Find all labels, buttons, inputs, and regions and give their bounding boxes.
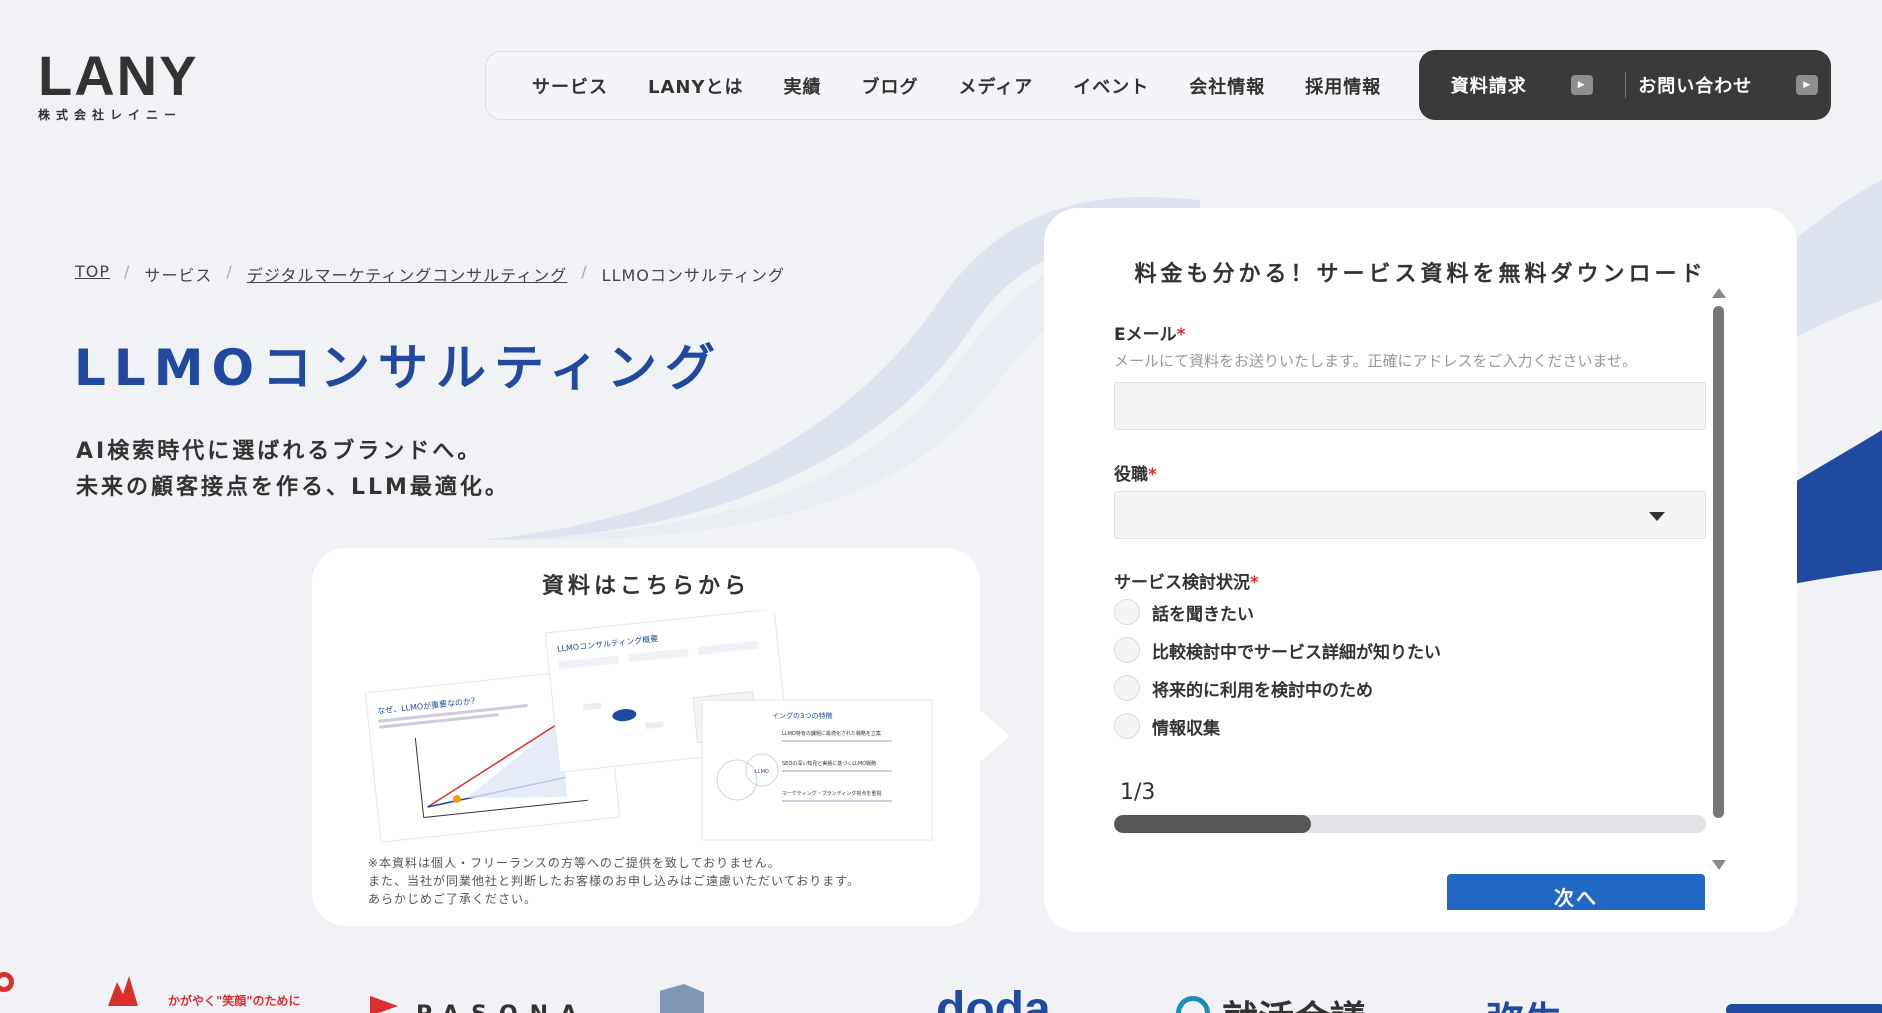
status-option-label: 話を聞きたい — [1152, 604, 1254, 625]
email-label-text: Eメール — [1114, 325, 1177, 345]
document-preview-image: なぜ、LLMOが重要なのか？ LLMOコンサルティング概要 イングの3つの特徴 — [364, 610, 933, 843]
nav-item-blog[interactable]: ブログ — [862, 73, 919, 99]
client-logo: doda — [936, 983, 1051, 1013]
contact-label: お問い合わせ — [1638, 76, 1753, 97]
radio-button[interactable] — [1114, 713, 1140, 739]
client-logos-strip: かがやく"笑顔"のために PASONA doda 就活会議 弥生 — [0, 968, 1882, 1013]
nav-item-about[interactable]: LANYとは — [648, 73, 744, 99]
required-mark: * — [1176, 325, 1186, 345]
form-progress-fill — [1114, 815, 1312, 833]
client-logo: 就活会議 — [1222, 990, 1366, 1013]
play-arrow-icon: ▶ — [1796, 75, 1819, 95]
email-help-text: メールにて資料をお送りいたします。正確にアドレスをご入力くださいませ。 — [1114, 352, 1638, 370]
breadcrumb-current: LLMOコンサルティング — [601, 266, 785, 285]
nav-item-recruit[interactable]: 採用情報 — [1305, 73, 1381, 99]
status-option[interactable]: 将来的に利用を検討中のため — [1114, 675, 1373, 701]
form-heading: 料金も分かる！サービス資料を無料ダウンロード — [1134, 262, 1707, 287]
role-select[interactable] — [1114, 491, 1706, 539]
slide3-item: SEOの深い知見と実績に基づくLLMO戦略 — [782, 760, 876, 767]
caret-down-icon — [1649, 512, 1665, 521]
role-label-text: 役職 — [1114, 465, 1148, 485]
client-logo-mark — [1176, 996, 1210, 1013]
download-form: 料金も分かる！サービス資料を無料ダウンロード Eメール* メールにて資料をお送り… — [1044, 208, 1797, 932]
client-logo-mark — [660, 984, 704, 1013]
client-logo-mark — [370, 996, 398, 1013]
slide3-chat-bubble: LLMO — [755, 769, 769, 775]
request-docs-button[interactable]: 資料請求 ▶ — [1419, 50, 1625, 120]
client-logo: かがやく"笑顔"のために — [168, 994, 301, 1008]
breadcrumb-top[interactable]: TOP — [75, 262, 110, 286]
step-indicator: 1/3 — [1120, 780, 1156, 805]
breadcrumb-separator: / — [124, 262, 131, 281]
slide3-title: イングの3つの特徴 — [772, 711, 832, 720]
status-option[interactable]: 情報収集 — [1114, 713, 1220, 739]
nav-item-media[interactable]: メディア — [959, 73, 1034, 99]
nav-item-results[interactable]: 実績 — [784, 73, 822, 99]
page-title: LLMOコンサルティング — [74, 339, 723, 397]
status-option-label: 比較検討中でサービス詳細が知りたい — [1152, 642, 1441, 663]
radio-button[interactable] — [1114, 637, 1140, 663]
client-logo: 弥生 — [1486, 990, 1562, 1013]
status-label-text: サービス検討状況 — [1114, 573, 1250, 593]
breadcrumb: TOP / サービス / デジタルマーケティングコンサルティング / LLMOコ… — [75, 262, 785, 286]
breadcrumb-separator: / — [581, 262, 588, 281]
document-card-title: 資料はこちらから — [541, 574, 750, 599]
document-note-line3: あらかじめご了承ください。 — [368, 892, 538, 906]
status-option[interactable]: 比較検討中でサービス詳細が知りたい — [1114, 637, 1441, 663]
client-logo-mark — [108, 976, 138, 1006]
email-field[interactable] — [1114, 382, 1706, 430]
required-mark: * — [1250, 573, 1259, 593]
play-arrow-icon: ▶ — [1570, 75, 1593, 95]
document-note-line2: また、当社が同業他社と判断したお客様のお申し込みはご遠慮いただいております。 — [368, 874, 861, 888]
nav-item-company[interactable]: 会社情報 — [1189, 73, 1265, 99]
logo-tagline: 株式会社レイニー — [38, 108, 183, 122]
hero-lead-line1: AI検索時代に選ばれるブランドへ。 — [76, 439, 483, 464]
nav-item-service[interactable]: サービス — [532, 73, 608, 99]
nav-item-events[interactable]: イベント — [1073, 73, 1149, 99]
scroll-down-icon[interactable] — [1712, 860, 1726, 870]
role-label: 役職* — [1114, 460, 1157, 485]
slide3-item: マーケティング・ブランディング視点を重視 — [782, 790, 881, 797]
document-note: ※本資料は個人・フリーランスの方等へのご提供を致しておりません。 また、当社が同… — [368, 854, 860, 908]
logo-wordmark: LANY — [38, 44, 199, 107]
radio-button[interactable] — [1114, 675, 1140, 701]
request-docs-label: 資料請求 — [1450, 76, 1527, 97]
slide3-item: LLMO特有の課題に最適化された戦略を立案 — [782, 730, 881, 737]
global-nav: サービス LANYとは 実績 ブログ メディア イベント 会社情報 採用情報 資… — [485, 50, 1831, 120]
breadcrumb-service: サービス — [144, 266, 213, 285]
status-label: サービス検討状況* — [1114, 568, 1259, 593]
form-progress-bar — [1114, 815, 1706, 833]
hero-lead-line2: 未来の顧客接点を作る、LLM最適化。 — [76, 475, 510, 500]
document-card[interactable]: 資料はこちらから なぜ、LLMOが重要なのか？ LLMOコンサルティング概要 イ… — [312, 548, 1010, 926]
email-label: Eメール* — [1114, 320, 1186, 345]
status-option-label: 情報収集 — [1152, 718, 1220, 739]
nav-cta-group: 資料請求 ▶ お問い合わせ ▶ — [1419, 50, 1831, 120]
site-logo[interactable]: LANY 株式会社レイニー — [38, 48, 198, 123]
status-option[interactable]: 話を聞きたい — [1114, 599, 1254, 625]
radio-button[interactable] — [1114, 599, 1140, 625]
document-note-line1: ※本資料は個人・フリーランスの方等へのご提供を致しておりません。 — [368, 856, 781, 870]
breadcrumb-separator: / — [226, 262, 233, 281]
scroll-up-icon[interactable] — [1712, 288, 1726, 298]
scroll-thumb[interactable] — [1713, 306, 1724, 818]
status-option-label: 将来的に利用を検討中のため — [1152, 680, 1373, 701]
required-mark: * — [1148, 465, 1157, 485]
form-scrollbar[interactable] — [1710, 288, 1726, 872]
next-button[interactable]: 次へ — [1447, 874, 1705, 910]
hero-lead: AI検索時代に選ばれるブランドへ。 未来の顧客接点を作る、LLM最適化。 — [76, 434, 510, 506]
client-logo: PASONA — [416, 1002, 589, 1013]
contact-button[interactable]: お問い合わせ ▶ — [1626, 50, 1832, 120]
client-logo — [0, 972, 14, 992]
client-logo-mark — [1726, 1004, 1882, 1013]
breadcrumb-digital-marketing[interactable]: デジタルマーケティングコンサルティング — [247, 262, 567, 286]
